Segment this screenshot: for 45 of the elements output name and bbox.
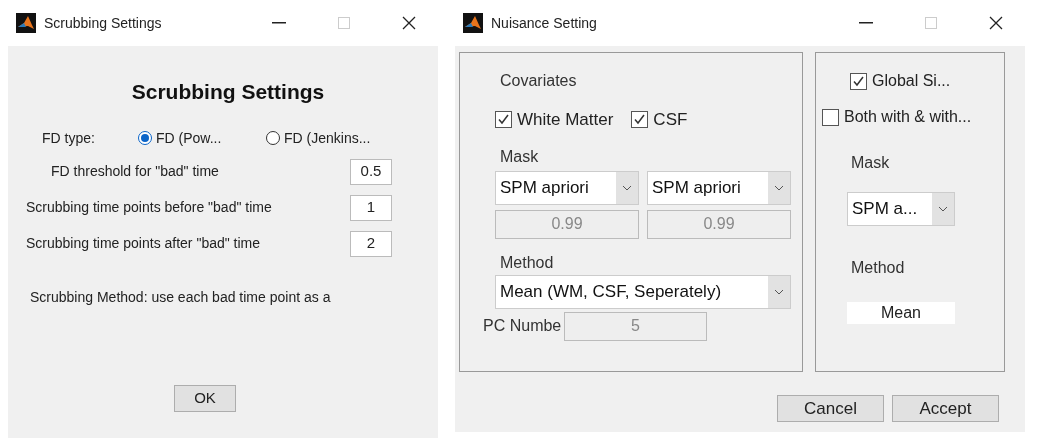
method-label: Method xyxy=(851,258,906,278)
window-title: Scrubbing Settings xyxy=(44,13,162,33)
close-icon[interactable] xyxy=(989,16,1003,30)
dropdown[interactable]: Mean (WM, CSF, Seperately) xyxy=(495,274,791,309)
radio-option[interactable]: FD (Jenkins... xyxy=(266,127,390,149)
input-field[interactable]: 1 xyxy=(350,194,392,221)
minimize-icon[interactable] xyxy=(272,22,286,24)
checkbox-label: White Matter xyxy=(517,109,614,131)
method-value: Mean xyxy=(847,302,955,324)
checkbox[interactable] xyxy=(495,111,512,129)
chevron-down-icon xyxy=(774,184,784,191)
field-label: FD threshold for "bad" time xyxy=(51,162,220,181)
input-field[interactable]: 0.5 xyxy=(350,158,392,185)
pc-number-label: PC Numbe xyxy=(483,316,563,336)
chevron-down-icon xyxy=(774,288,784,295)
ok-button[interactable]: OK xyxy=(174,385,236,412)
input-field[interactable]: 2 xyxy=(350,230,392,257)
app-icon xyxy=(16,13,36,33)
mask-label: Mask xyxy=(851,153,891,173)
window-title: Nuisance Setting xyxy=(491,13,597,33)
minimize-icon[interactable] xyxy=(859,22,873,24)
chevron-down-icon xyxy=(622,184,632,191)
checkbox[interactable] xyxy=(822,108,839,126)
checkbox-label: Both with & with... xyxy=(844,107,972,127)
close-icon[interactable] xyxy=(402,16,416,30)
checkbox-label: Global Si... xyxy=(872,71,951,91)
dropdown[interactable]: SPM apriori xyxy=(647,170,791,205)
app-icon xyxy=(463,13,483,33)
chevron-down-icon xyxy=(938,206,948,212)
method-label: Method xyxy=(500,252,555,273)
checkbox-label: CSF xyxy=(653,109,688,131)
method-description: Scrubbing Method: use each bad time point as a xyxy=(30,287,332,307)
accept-button[interactable]: Accept xyxy=(892,395,999,422)
dropdown[interactable]: SPM apriori xyxy=(495,170,639,205)
radio-option[interactable]: FD (Pow... xyxy=(138,127,262,149)
fd-type-label: FD type: xyxy=(42,128,96,148)
checkbox[interactable] xyxy=(850,72,867,90)
section-title: Covariates xyxy=(500,71,578,91)
dropdown[interactable]: SPM a... xyxy=(847,192,955,226)
field-label: Scrubbing time points before "bad" time xyxy=(26,198,273,217)
field-label: Scrubbing time points after "bad" time xyxy=(26,234,262,253)
dialog-heading: Scrubbing Settings xyxy=(130,79,326,105)
cancel-button[interactable]: Cancel xyxy=(777,395,884,422)
mask-label: Mask xyxy=(500,146,540,167)
checkbox[interactable] xyxy=(631,111,649,129)
